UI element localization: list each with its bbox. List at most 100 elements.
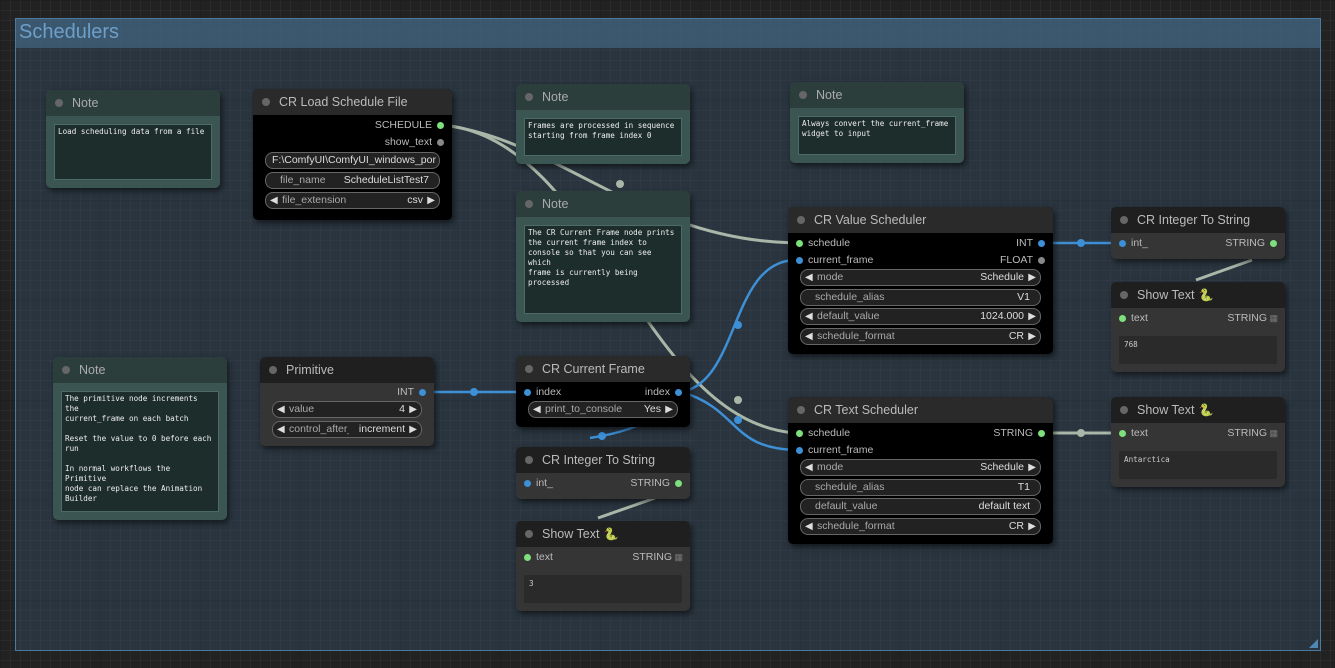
collapse-dot[interactable] xyxy=(1120,216,1128,224)
output-string[interactable]: STRING xyxy=(1225,235,1277,251)
schedule-alias-field[interactable]: schedule_alias V1 xyxy=(800,289,1041,306)
output-int[interactable]: INT xyxy=(397,384,426,400)
node-title-bar[interactable]: Note xyxy=(53,357,227,383)
input-current-frame[interactable]: current_frame xyxy=(796,442,873,458)
show-text-node[interactable]: Show Text 🐍 text STRING ▦ Antarctica xyxy=(1111,397,1285,487)
output-pin[interactable] xyxy=(1038,256,1045,264)
primitive-node[interactable]: Primitive INT ◀ value 4 ▶ ◀ control_after_ge… xyxy=(260,357,434,446)
mode-combo[interactable]: ◀ mode Schedule ▶ xyxy=(800,459,1041,476)
output-string[interactable]: STRING xyxy=(630,475,682,491)
collapse-dot[interactable] xyxy=(797,216,805,224)
value-stepper[interactable]: ◀ value 4 ▶ xyxy=(272,401,422,418)
arrow-right-icon[interactable]: ▶ xyxy=(1028,329,1036,344)
control-after-generate-combo[interactable]: ◀ control_after_generate increment ▶ xyxy=(272,421,422,438)
note-text[interactable]: The primitive node increments the curren… xyxy=(61,391,219,512)
input-text[interactable]: text xyxy=(1119,310,1148,326)
arrow-right-icon[interactable]: ▶ xyxy=(1028,519,1036,534)
cr-integer-to-string-node[interactable]: CR Integer To String int_ STRING xyxy=(516,447,690,499)
collapse-dot[interactable] xyxy=(525,456,533,464)
input-pin[interactable] xyxy=(796,239,803,247)
schedule-alias-field[interactable]: schedule_alias T1 xyxy=(800,479,1041,496)
file-name-field[interactable]: file_name ScheduleListTest7 xyxy=(265,172,440,189)
node-title-bar[interactable]: Show Text 🐍 xyxy=(1111,397,1285,423)
input-schedule[interactable]: schedule xyxy=(796,425,850,441)
output-pin[interactable] xyxy=(437,121,444,129)
collapse-dot[interactable] xyxy=(799,91,807,99)
cr-integer-to-string-node[interactable]: CR Integer To String int_ STRING xyxy=(1111,207,1285,259)
arrow-right-icon[interactable]: ▶ xyxy=(427,193,435,208)
input-pin[interactable] xyxy=(1119,429,1126,437)
node-title-bar[interactable]: Show Text 🐍 xyxy=(516,521,690,547)
arrow-right-icon[interactable]: ▶ xyxy=(1028,460,1036,475)
output-pin[interactable] xyxy=(1038,429,1045,437)
show-text-output[interactable]: Antarctica xyxy=(1119,451,1277,479)
collapse-dot[interactable] xyxy=(525,365,533,373)
node-title-bar[interactable]: Note xyxy=(46,90,220,116)
node-title-bar[interactable]: Note xyxy=(516,191,690,217)
input-int[interactable]: int_ xyxy=(1119,235,1148,251)
input-pin[interactable] xyxy=(796,446,803,454)
collapse-dot[interactable] xyxy=(1120,406,1128,414)
note-node[interactable]: Note Frames are processed in sequence st… xyxy=(516,84,690,164)
collapse-dot[interactable] xyxy=(525,200,533,208)
collapse-dot[interactable] xyxy=(62,366,70,374)
show-text-node[interactable]: Show Text 🐍 text STRING ▦ 3 xyxy=(516,521,690,611)
file-extension-combo[interactable]: ◀ file_extension csv ▶ xyxy=(265,192,440,209)
node-title-bar[interactable]: CR Integer To String xyxy=(1111,207,1285,233)
arrow-left-icon[interactable]: ◀ xyxy=(533,402,541,417)
schedule-format-combo[interactable]: ◀ schedule_format CR ▶ xyxy=(800,518,1041,535)
input-pin[interactable] xyxy=(1119,314,1126,322)
mode-combo[interactable]: ◀ mode Schedule ▶ xyxy=(800,269,1041,286)
show-text-output[interactable]: 3 xyxy=(524,575,682,603)
node-title-bar[interactable]: Note xyxy=(790,82,964,108)
node-title-bar[interactable]: CR Integer To String xyxy=(516,447,690,473)
note-text[interactable]: Frames are processed in sequence startin… xyxy=(524,118,682,156)
note-text[interactable]: The CR Current Frame node prints the cur… xyxy=(524,225,682,314)
node-title-bar[interactable]: CR Text Scheduler xyxy=(788,397,1053,423)
cr-value-scheduler-node[interactable]: CR Value Scheduler schedule INT current_… xyxy=(788,207,1053,354)
note-text[interactable]: Always convert the current_frame widget … xyxy=(798,116,956,155)
input-pin[interactable] xyxy=(524,388,531,396)
arrow-right-icon[interactable]: ▶ xyxy=(665,402,673,417)
output-pin[interactable] xyxy=(419,388,426,396)
arrow-left-icon[interactable]: ◀ xyxy=(270,193,278,208)
output-pin[interactable] xyxy=(675,388,682,396)
node-title-bar[interactable]: Primitive xyxy=(260,357,434,383)
default-value-stepper[interactable]: ◀ default_value 1024.000 ▶ xyxy=(800,308,1041,325)
input-pin[interactable] xyxy=(796,256,803,264)
output-index[interactable]: index xyxy=(645,384,682,400)
node-title-bar[interactable]: Note xyxy=(516,84,690,110)
note-node[interactable]: Note The CR Current Frame node prints th… xyxy=(516,191,690,322)
cr-load-schedule-file-node[interactable]: CR Load Schedule File SCHEDULE show_text… xyxy=(253,89,452,220)
print-to-console-toggle[interactable]: ◀ print_to_console Yes ▶ xyxy=(528,401,678,418)
input-folder-field[interactable]: F:\ComfyUI\ComfyUI_windows_por xyxy=(265,152,440,169)
show-text-output[interactable]: 768 xyxy=(1119,336,1277,364)
arrow-left-icon[interactable]: ◀ xyxy=(805,519,813,534)
note-node[interactable]: Note Always convert the current_frame wi… xyxy=(790,82,964,163)
node-title-bar[interactable]: CR Load Schedule File xyxy=(253,89,452,115)
cr-current-frame-node[interactable]: CR Current Frame index index ◀ print_to_c… xyxy=(516,356,690,427)
note-node[interactable]: Note The primitive node increments the c… xyxy=(53,357,227,520)
input-pin[interactable] xyxy=(796,429,803,437)
input-index[interactable]: index xyxy=(524,384,561,400)
show-text-node[interactable]: Show Text 🐍 text STRING ▦ 768 xyxy=(1111,282,1285,372)
output-pin[interactable] xyxy=(437,138,444,146)
input-schedule[interactable]: schedule xyxy=(796,235,850,251)
output-pin[interactable] xyxy=(675,479,682,487)
output-schedule[interactable]: SCHEDULE xyxy=(375,117,444,133)
output-pin[interactable] xyxy=(1038,239,1045,247)
note-text[interactable]: Load scheduling data from a file xyxy=(54,124,212,180)
arrow-right-icon[interactable]: ▶ xyxy=(1028,309,1036,324)
arrow-left-icon[interactable]: ◀ xyxy=(277,402,285,417)
arrow-right-icon[interactable]: ▶ xyxy=(1028,270,1036,285)
output-int[interactable]: INT xyxy=(1016,235,1045,251)
collapse-dot[interactable] xyxy=(525,93,533,101)
input-text[interactable]: text xyxy=(524,549,553,565)
node-title-bar[interactable]: CR Value Scheduler xyxy=(788,207,1053,233)
arrow-left-icon[interactable]: ◀ xyxy=(805,270,813,285)
input-pin[interactable] xyxy=(1119,239,1126,247)
note-node[interactable]: Note Load scheduling data from a file xyxy=(46,90,220,188)
collapse-dot[interactable] xyxy=(525,530,533,538)
arrow-right-icon[interactable]: ▶ xyxy=(409,402,417,417)
input-pin[interactable] xyxy=(524,479,531,487)
